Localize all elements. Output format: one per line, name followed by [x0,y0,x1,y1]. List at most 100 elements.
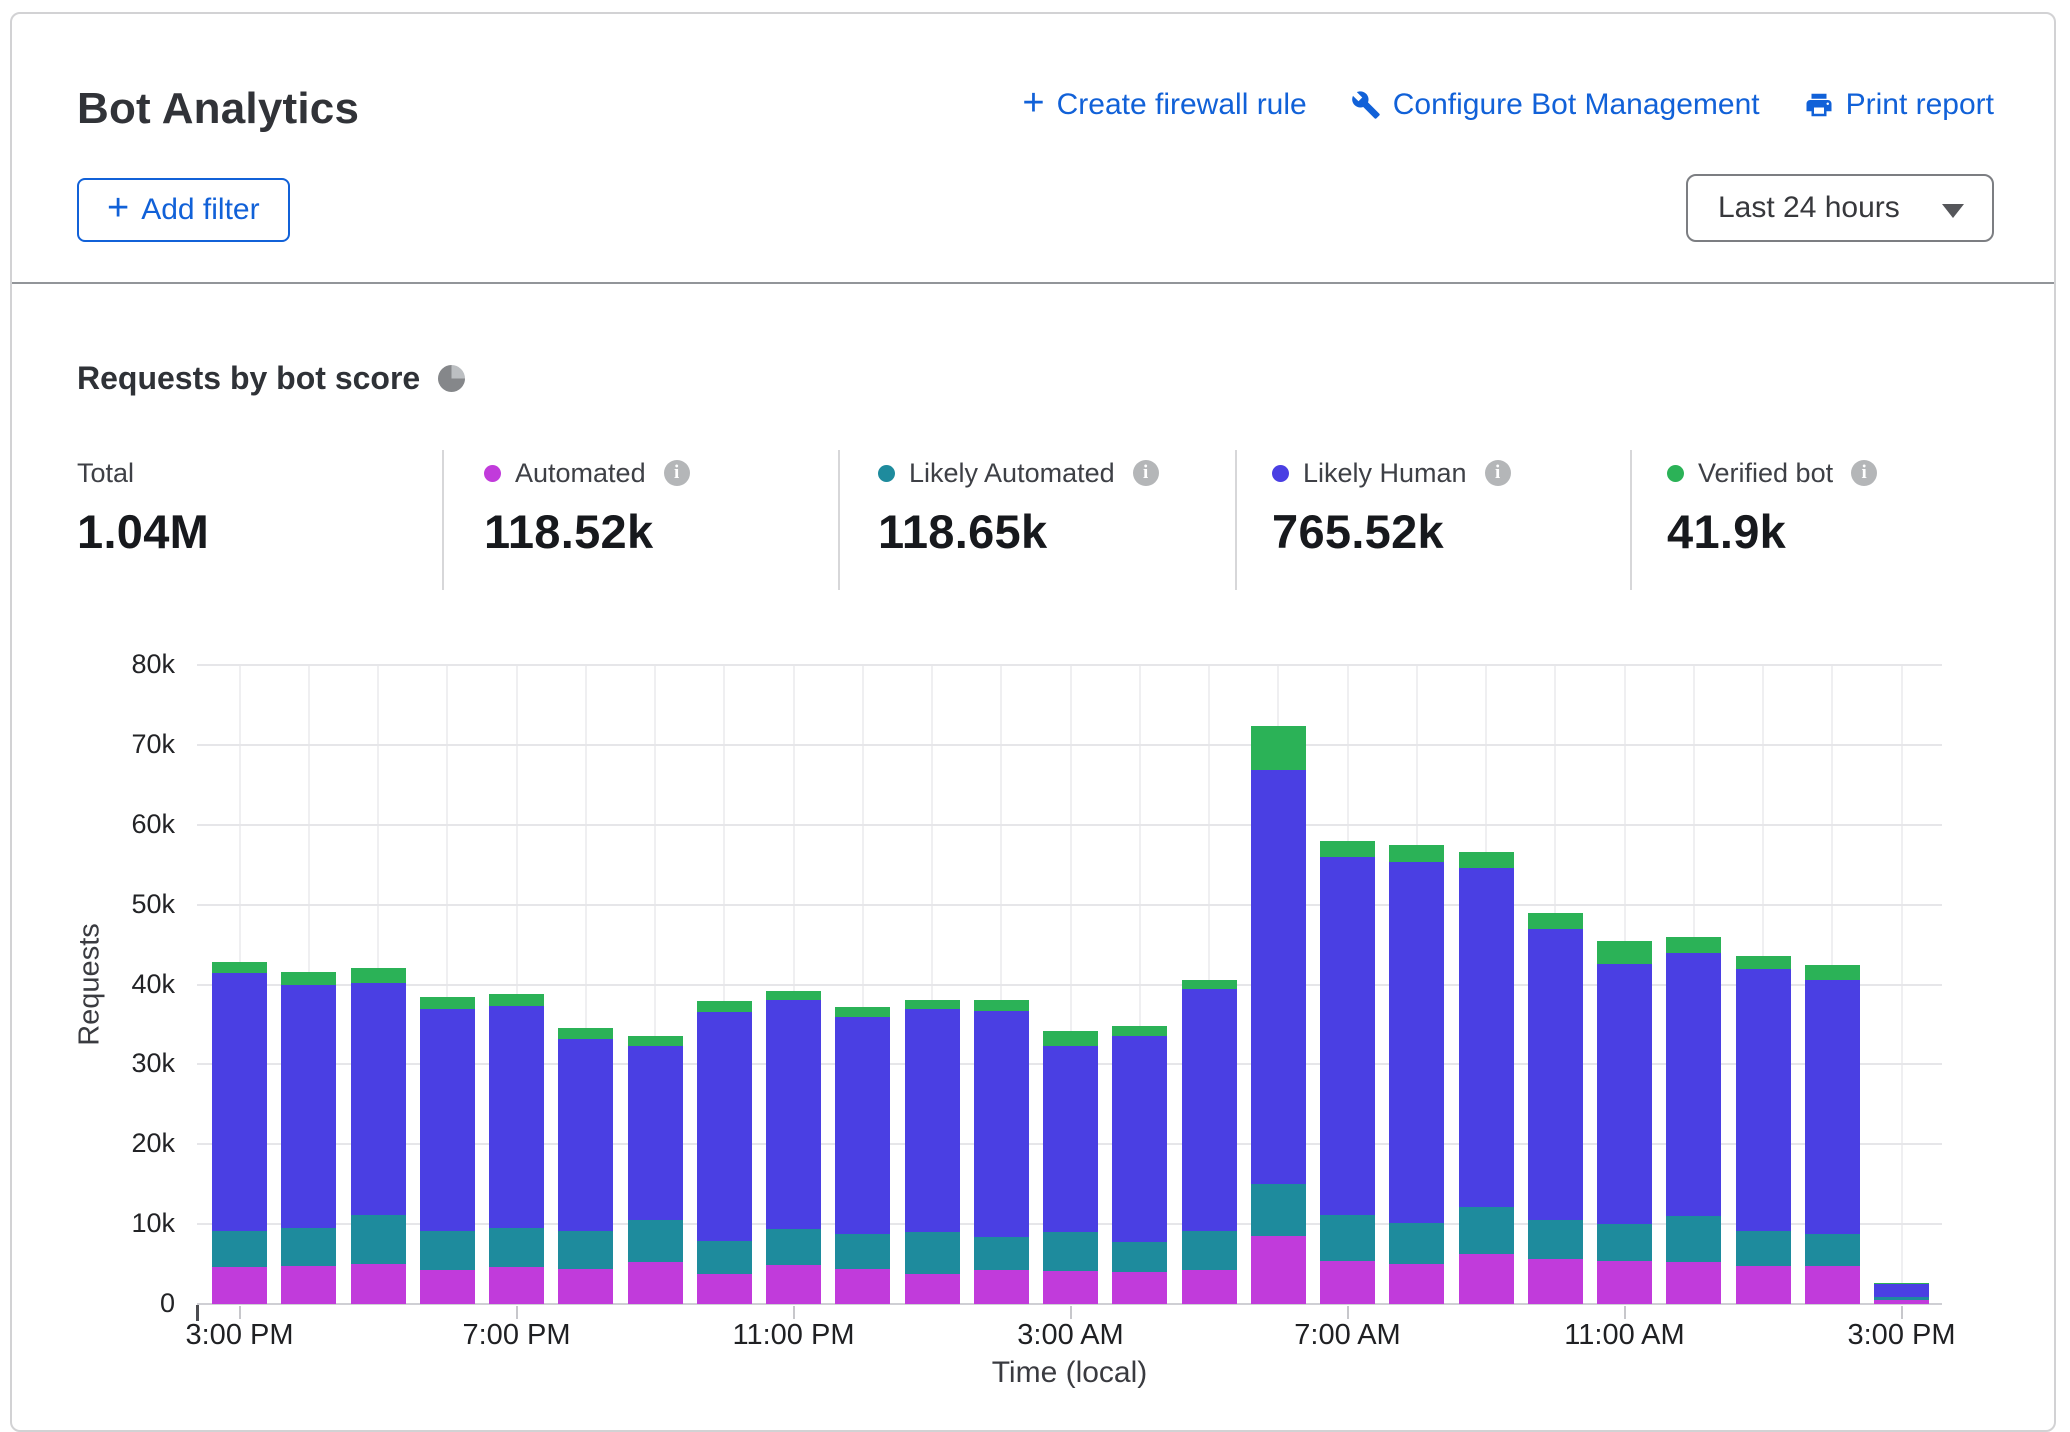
bar-segment-likely-automated[interactable] [697,1241,752,1274]
create-firewall-rule-link[interactable]: + Create firewall rule [1022,88,1306,122]
bar-segment-likely-automated[interactable] [1666,1216,1721,1262]
info-icon[interactable]: i [1485,460,1511,486]
bar-segment-verified-bot[interactable] [1043,1031,1098,1046]
bar-segment-likely-automated[interactable] [212,1231,267,1268]
bar-segment-likely-automated[interactable] [489,1228,544,1267]
bar-segment-likely-automated[interactable] [1112,1242,1167,1272]
bar-segment-automated[interactable] [974,1270,1029,1304]
bar-segment-automated[interactable] [1666,1262,1721,1304]
info-icon[interactable]: i [664,460,690,486]
bar-segment-likely-human[interactable] [1112,1036,1167,1241]
bar-segment-verified-bot[interactable] [351,968,406,983]
bar-segment-likely-automated[interactable] [1736,1231,1791,1265]
bar-segment-likely-automated[interactable] [1805,1234,1860,1267]
bar-segment-verified-bot[interactable] [212,962,267,973]
bar-segment-likely-human[interactable] [212,973,267,1230]
bar-segment-likely-human[interactable] [1459,868,1514,1207]
bar-segment-likely-human[interactable] [974,1011,1029,1237]
bar-segment-automated[interactable] [489,1267,544,1304]
bar-segment-automated[interactable] [835,1269,890,1304]
bar-segment-likely-human[interactable] [697,1012,752,1240]
configure-bot-management-link[interactable]: Configure Bot Management [1351,88,1760,122]
bar-segment-likely-human[interactable] [1389,862,1444,1223]
bar-segment-likely-automated[interactable] [1320,1215,1375,1261]
bar-segment-verified-bot[interactable] [766,991,821,1001]
bar-segment-likely-human[interactable] [558,1039,613,1231]
bar-segment-automated[interactable] [1805,1266,1860,1304]
bar-segment-verified-bot[interactable] [489,994,544,1006]
bar-segment-automated[interactable] [1874,1300,1929,1304]
bar-segment-verified-bot[interactable] [1112,1026,1167,1036]
bar-segment-automated[interactable] [1182,1270,1237,1304]
print-report-link[interactable]: Print report [1804,88,1994,122]
bar-segment-likely-automated[interactable] [1043,1232,1098,1271]
bar-segment-likely-automated[interactable] [351,1215,406,1264]
bar-segment-likely-automated[interactable] [628,1220,683,1262]
bar-segment-automated[interactable] [905,1274,960,1304]
bar-segment-automated[interactable] [420,1270,475,1304]
bar-segment-likely-human[interactable] [1666,953,1721,1217]
bar-segment-automated[interactable] [1528,1259,1583,1304]
bar-segment-verified-bot[interactable] [1736,956,1791,970]
bar-segment-likely-human[interactable] [1805,980,1860,1234]
add-filter-button[interactable]: + Add filter [77,178,290,242]
bar-segment-verified-bot[interactable] [1528,913,1583,929]
bar-segment-verified-bot[interactable] [697,1001,752,1013]
bar-segment-automated[interactable] [628,1262,683,1304]
bar-segment-automated[interactable] [1389,1264,1444,1304]
bar-segment-automated[interactable] [558,1269,613,1304]
bar-segment-verified-bot[interactable] [1874,1283,1929,1284]
bar-segment-verified-bot[interactable] [1597,941,1652,964]
bar-segment-verified-bot[interactable] [835,1007,890,1017]
bar-segment-verified-bot[interactable] [1666,937,1721,952]
bar-segment-likely-human[interactable] [1251,770,1306,1185]
bar-segment-automated[interactable] [281,1266,336,1304]
bar-segment-automated[interactable] [1736,1266,1791,1304]
bar-segment-likely-human[interactable] [1528,929,1583,1221]
bar-segment-automated[interactable] [351,1264,406,1304]
bar-segment-likely-automated[interactable] [1459,1207,1514,1254]
bar-segment-likely-automated[interactable] [1251,1184,1306,1236]
bar-segment-likely-automated[interactable] [835,1234,890,1269]
bar-segment-likely-automated[interactable] [1528,1220,1583,1259]
bar-segment-verified-bot[interactable] [1459,852,1514,868]
bar-segment-likely-automated[interactable] [1182,1231,1237,1270]
bar-segment-verified-bot[interactable] [1251,726,1306,770]
bar-segment-likely-automated[interactable] [974,1237,1029,1271]
bar-segment-likely-automated[interactable] [1389,1223,1444,1265]
bar-segment-automated[interactable] [1597,1261,1652,1304]
bar-segment-likely-automated[interactable] [905,1232,960,1274]
bar-segment-likely-automated[interactable] [1597,1224,1652,1261]
info-icon[interactable]: i [1851,460,1877,486]
bar-segment-likely-human[interactable] [489,1006,544,1228]
bar-segment-automated[interactable] [766,1265,821,1304]
bar-segment-likely-human[interactable] [1043,1046,1098,1232]
time-range-select[interactable]: Last 24 hours [1686,174,1994,242]
bar-segment-automated[interactable] [1043,1271,1098,1304]
bar-segment-likely-human[interactable] [835,1017,890,1233]
bar-segment-likely-human[interactable] [420,1009,475,1231]
bar-segment-verified-bot[interactable] [1389,845,1444,862]
info-icon[interactable]: i [1133,460,1159,486]
bar-segment-likely-human[interactable] [351,983,406,1215]
bar-segment-verified-bot[interactable] [905,1000,960,1010]
bar-segment-verified-bot[interactable] [1320,841,1375,857]
bar-segment-automated[interactable] [212,1267,267,1304]
bar-segment-likely-human[interactable] [1320,857,1375,1215]
bar-segment-automated[interactable] [1459,1254,1514,1304]
bar-segment-likely-automated[interactable] [281,1228,336,1266]
bar-segment-likely-automated[interactable] [558,1231,613,1269]
bar-segment-likely-automated[interactable] [420,1231,475,1269]
bar-segment-likely-automated[interactable] [1874,1297,1929,1300]
bar-segment-verified-bot[interactable] [1182,980,1237,990]
bar-segment-automated[interactable] [1112,1272,1167,1304]
bar-segment-verified-bot[interactable] [281,972,336,986]
bar-segment-likely-human[interactable] [905,1009,960,1232]
bar-segment-likely-automated[interactable] [766,1229,821,1265]
bar-segment-likely-human[interactable] [1182,989,1237,1231]
bar-segment-automated[interactable] [1251,1236,1306,1304]
bar-segment-verified-bot[interactable] [420,997,475,1010]
bar-segment-automated[interactable] [697,1274,752,1304]
bar-segment-likely-human[interactable] [1874,1284,1929,1297]
bar-segment-likely-human[interactable] [1736,969,1791,1231]
